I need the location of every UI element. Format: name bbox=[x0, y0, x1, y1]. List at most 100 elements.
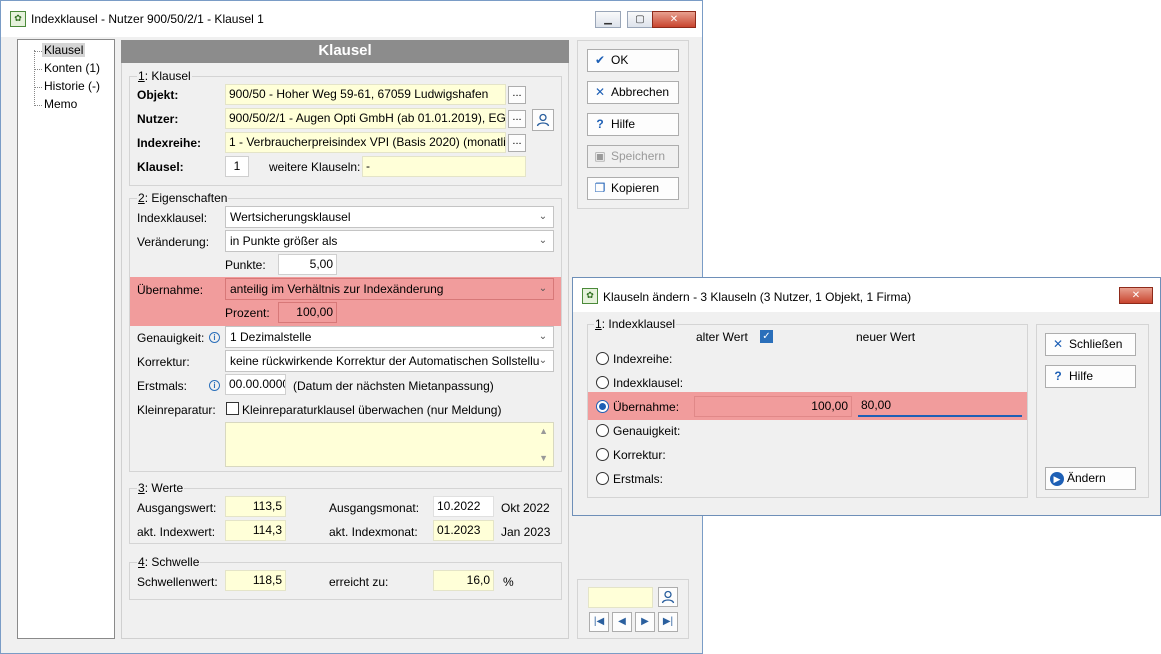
group-schwelle-title: 4: Schwelle bbox=[137, 555, 201, 569]
hilfe-button[interactable]: ? Hilfe bbox=[587, 113, 679, 136]
title-bar: ✿ Indexklausel - Nutzer 900/50/2/1 - Kla… bbox=[1, 1, 702, 37]
option-erstmals-radio[interactable] bbox=[596, 472, 609, 485]
kleinreparatur-checkbox[interactable] bbox=[226, 402, 239, 415]
record-search-field[interactable] bbox=[588, 587, 653, 608]
first-record-icon[interactable]: |◀ bbox=[589, 612, 609, 632]
tree-connector bbox=[34, 105, 42, 106]
kleinreparatur-textarea[interactable]: ▲ ▼ bbox=[225, 422, 554, 467]
abbrechen-button[interactable]: ✕ Abbrechen bbox=[587, 81, 679, 104]
dialog-title-bar: ✿ Klauseln ändern - 3 Klauseln (3 Nutzer… bbox=[573, 278, 1160, 312]
close-button[interactable]: ✕ bbox=[652, 11, 696, 28]
uebernahme-select[interactable]: anteilig im Verhältnis zur Indexänderung… bbox=[225, 278, 554, 300]
schwellenwert-field: 118,5 bbox=[225, 570, 286, 591]
ok-button[interactable]: ✔ OK bbox=[587, 49, 679, 72]
prozent-field[interactable]: 100,00 bbox=[278, 302, 337, 323]
chevron-down-icon: ⌄ bbox=[538, 283, 548, 294]
new-value-input[interactable]: 80,00 bbox=[858, 396, 1022, 417]
ausgangsmonat-field[interactable]: 10.2022 bbox=[433, 496, 494, 517]
tree-connector bbox=[34, 69, 42, 70]
schwellenwert-label: Schwellenwert: bbox=[137, 575, 218, 589]
erstmals-note: (Datum der nächsten Mietanpassung) bbox=[293, 379, 494, 393]
weitere-klauseln-field: - bbox=[362, 156, 526, 177]
navigation-tree: Klausel Konten (1) Historie (-) Memo bbox=[17, 39, 115, 639]
objekt-label: Objekt: bbox=[137, 88, 179, 102]
section-header: Klausel bbox=[121, 40, 569, 63]
old-value-field: 100,00 bbox=[694, 396, 852, 417]
dialog-hilfe-button[interactable]: ? Hilfe bbox=[1045, 365, 1136, 388]
indexklausel-select[interactable]: Wertsicherungsklausel ⌄ bbox=[225, 206, 554, 228]
play-icon: ▶ bbox=[1050, 472, 1064, 486]
tree-connector bbox=[34, 87, 42, 88]
window-title: Indexklausel - Nutzer 900/50/2/1 - Klaus… bbox=[31, 12, 264, 26]
group-eigenschaften-title: 2: Eigenschaften bbox=[137, 191, 229, 205]
uebernahme-value: anteilig im Verhältnis zur Indexänderung bbox=[230, 282, 444, 296]
next-record-icon[interactable]: ▶ bbox=[635, 612, 655, 632]
kopieren-button[interactable]: ❐ Kopieren bbox=[587, 177, 679, 200]
tree-item-konten[interactable]: Konten (1) bbox=[44, 61, 100, 75]
erreicht-field: 16,0 bbox=[433, 570, 494, 591]
veraenderung-select[interactable]: in Punkte größer als ⌄ bbox=[225, 230, 554, 252]
scroll-up-icon[interactable]: ▲ bbox=[539, 426, 548, 436]
help-icon: ? bbox=[1054, 369, 1062, 383]
option-korrektur-label: Korrektur: bbox=[613, 448, 666, 462]
tree-item-memo[interactable]: Memo bbox=[44, 97, 77, 111]
indexreihe-browse-button[interactable]: ... bbox=[508, 134, 526, 152]
chevron-down-icon: ⌄ bbox=[538, 331, 548, 342]
klausel-number-field[interactable]: 1 bbox=[225, 156, 249, 177]
akt-indexwert-field: 114,3 bbox=[225, 520, 286, 541]
chevron-down-icon: ⌄ bbox=[538, 355, 548, 366]
tree-item-klausel[interactable]: Klausel bbox=[42, 43, 86, 57]
help-icon: ? bbox=[596, 117, 604, 131]
aendern-button[interactable]: ▶ Ändern bbox=[1045, 467, 1136, 490]
save-icon: ▣ bbox=[594, 149, 606, 163]
check-icon: ✔ bbox=[594, 53, 606, 67]
genauigkeit-value: 1 Dezimalstelle bbox=[230, 330, 312, 344]
nutzer-field[interactable]: 900/50/2/1 - Augen Opti GmbH (ab 01.01.2… bbox=[225, 108, 506, 129]
tree-item-historie[interactable]: Historie (-) bbox=[44, 79, 100, 93]
indexreihe-field[interactable]: 1 - Verbraucherpreisindex VPI (Basis 202… bbox=[225, 132, 506, 153]
option-genauigkeit-radio[interactable] bbox=[596, 424, 609, 437]
chevron-down-icon: ⌄ bbox=[538, 211, 548, 222]
option-indexreihe-radio[interactable] bbox=[596, 352, 609, 365]
ausgangswert-field: 113,5 bbox=[225, 496, 286, 517]
punkte-label: Punkte: bbox=[225, 258, 266, 272]
option-indexklausel-radio[interactable] bbox=[596, 376, 609, 389]
option-indexreihe-label: Indexreihe: bbox=[613, 352, 673, 366]
select-all-checkbox[interactable]: ✓ bbox=[760, 330, 773, 343]
erstmals-field[interactable]: 00.00.0000 bbox=[225, 374, 286, 395]
genauigkeit-select[interactable]: 1 Dezimalstelle ⌄ bbox=[225, 326, 554, 348]
option-erstmals-label: Erstmals: bbox=[613, 472, 664, 486]
chevron-down-icon: ⌄ bbox=[538, 235, 548, 246]
alter-wert-label: alter Wert bbox=[696, 330, 748, 344]
akt-indexmonat-label: akt. Indexmonat: bbox=[329, 525, 418, 539]
info-icon[interactable]: i bbox=[209, 380, 220, 391]
objekt-browse-button[interactable]: ... bbox=[508, 86, 526, 104]
last-record-icon[interactable]: ▶| bbox=[658, 612, 678, 632]
nutzer-browse-button[interactable]: ... bbox=[508, 110, 526, 128]
option-indexklausel-label: Indexklausel: bbox=[613, 376, 684, 390]
minimize-button[interactable]: ▁ bbox=[595, 11, 621, 28]
option-korrektur-radio[interactable] bbox=[596, 448, 609, 461]
schliessen-button[interactable]: ✕ Schließen bbox=[1045, 333, 1136, 356]
indexklausel-label: Indexklausel: bbox=[137, 211, 208, 225]
person-icon[interactable] bbox=[658, 587, 678, 607]
neuer-wert-label: neuer Wert bbox=[856, 330, 916, 344]
korrektur-label: Korrektur: bbox=[137, 355, 190, 369]
veraenderung-value: in Punkte größer als bbox=[230, 234, 338, 248]
speichern-button[interactable]: ▣ Speichern bbox=[587, 145, 679, 168]
punkte-field[interactable]: 5,00 bbox=[278, 254, 337, 275]
dialog-title: Klauseln ändern - 3 Klauseln (3 Nutzer, … bbox=[603, 290, 912, 304]
maximize-button[interactable]: ▢ bbox=[627, 11, 653, 28]
erstmals-label: Erstmals: bbox=[137, 379, 188, 393]
previous-record-icon[interactable]: ◀ bbox=[612, 612, 632, 632]
option-uebernahme-radio[interactable] bbox=[596, 400, 609, 413]
objekt-field[interactable]: 900/50 - Hoher Weg 59-61, 67059 Ludwigsh… bbox=[225, 84, 506, 105]
akt-indexmonat-field: 01.2023 bbox=[433, 520, 494, 541]
info-icon[interactable]: i bbox=[209, 332, 220, 343]
korrektur-select[interactable]: keine rückwirkende Korrektur der Automat… bbox=[225, 350, 554, 372]
dialog-close-button[interactable]: ✕ bbox=[1119, 287, 1153, 304]
person-icon[interactable] bbox=[532, 109, 554, 131]
ausgangsmonat-text: Okt 2022 bbox=[501, 501, 550, 515]
scroll-down-icon[interactable]: ▼ bbox=[539, 453, 548, 463]
ausgangswert-label: Ausgangswert: bbox=[137, 501, 217, 515]
